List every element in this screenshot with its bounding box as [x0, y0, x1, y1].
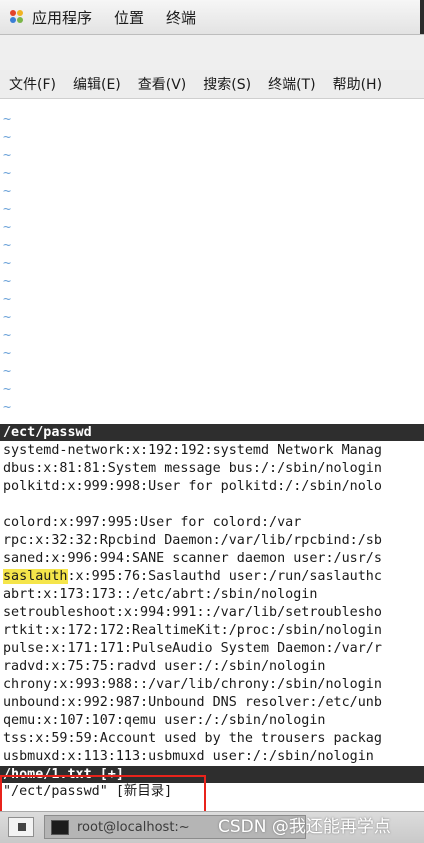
empty-line-tilde: ~	[3, 256, 12, 271]
menu-terminal[interactable]: 终端(T)	[259, 74, 323, 94]
file-line: rtkit:x:172:172:RealtimeKit:/proc:/sbin/…	[3, 623, 382, 638]
empty-line-tilde: ~	[3, 130, 12, 145]
menu-view[interactable]: 查看(V)	[129, 74, 195, 94]
applications-menu[interactable]: 应用程序	[32, 7, 92, 28]
file-line-highlighted: saslauth:x:995:76:Saslauthd user:/run/sa…	[3, 568, 382, 586]
empty-line-tilde: ~	[3, 148, 12, 163]
empty-line-tilde: ~	[3, 328, 12, 343]
terminal-menubar: 文件(F) 编辑(E) 查看(V) 搜索(S) 终端(T) 帮助(H)	[0, 70, 424, 99]
file-line: dbus:x:81:81:System message bus:/:/sbin/…	[3, 461, 382, 476]
file-line: colord:x:997:995:User for colord:/var	[3, 515, 302, 530]
panel-edge	[420, 0, 424, 34]
file-line: radvd:x:75:75:radvd user:/:/sbin/nologin	[3, 659, 326, 674]
empty-line-tilde: ~	[3, 184, 12, 199]
file-line: usbmuxd:x:113:113:usbmuxd user:/:/sbin/n…	[3, 749, 374, 764]
empty-line-tilde: ~	[3, 382, 12, 397]
file-line: polkitd:x:999:998:User for polkitd:/:/sb…	[3, 479, 382, 494]
menu-file[interactable]: 文件(F)	[0, 74, 64, 94]
terminal-icon	[51, 819, 69, 835]
file-line: setroubleshoot:x:994:991::/var/lib/setro…	[3, 605, 382, 620]
taskbar: root@localhost:~ CSDN @我还能再学点	[0, 811, 424, 843]
file-line: saned:x:996:994:SANE scanner daemon user…	[3, 551, 382, 566]
empty-line-tilde: ~	[3, 292, 12, 307]
empty-line-tilde: ~	[3, 364, 12, 379]
file-line: systemd-network:x:192:192:systemd Networ…	[3, 443, 382, 458]
taskbar-terminal-label: root@localhost:~	[77, 819, 190, 835]
file-line: abrt:x:173:173::/etc/abrt:/sbin/nologin	[3, 587, 318, 602]
menu-search[interactable]: 搜索(S)	[194, 74, 259, 94]
watermark: CSDN @我还能再学点	[218, 817, 391, 837]
empty-line-tilde: ~	[3, 166, 12, 181]
window-titlebar-area	[0, 35, 424, 70]
terminal-area[interactable]: ~ ~ ~ ~ ~ ~ ~ ~ ~ ~ ~ ~ ~ ~ ~ ~ ~ /ect/p…	[0, 99, 424, 811]
file-line: unbound:x:992:987:Unbound DNS resolver:/…	[3, 695, 382, 710]
empty-line-tilde: ~	[3, 346, 12, 361]
empty-line-tilde: ~	[3, 238, 12, 253]
places-menu[interactable]: 位置	[114, 7, 144, 28]
file-line-rest: :x:995:76:Saslauthd user:/run/saslauthc	[67, 569, 382, 584]
empty-line-tilde: ~	[3, 310, 12, 325]
menu-help[interactable]: 帮助(H)	[324, 74, 390, 94]
search-highlight: saslauth	[3, 569, 68, 584]
show-desktop-icon[interactable]	[8, 817, 34, 837]
empty-line-tilde: ~	[3, 400, 12, 415]
top-panel: 应用程序 位置 终端	[0, 0, 424, 35]
empty-line-tilde: ~	[3, 202, 12, 217]
split-status-bar-top: /ect/passwd	[0, 424, 424, 441]
file-line: tss:x:59:59:Account used by the trousers…	[3, 731, 382, 746]
menu-edit[interactable]: 编辑(E)	[64, 74, 129, 94]
file-line: chrony:x:993:988::/var/lib/chrony:/sbin/…	[3, 677, 382, 692]
file-line: qemu:x:107:107:qemu user:/:/sbin/nologin	[3, 713, 326, 728]
empty-line-tilde: ~	[3, 112, 12, 127]
file-line: pulse:x:171:171:PulseAudio System Daemon…	[3, 641, 382, 656]
terminal-app-menu[interactable]: 终端	[166, 7, 196, 28]
applications-icon[interactable]	[10, 10, 24, 24]
empty-line-tilde: ~	[3, 274, 12, 289]
file-line: rpc:x:32:32:Rpcbind Daemon:/var/lib/rpcb…	[3, 533, 382, 548]
empty-line-tilde: ~	[3, 220, 12, 235]
